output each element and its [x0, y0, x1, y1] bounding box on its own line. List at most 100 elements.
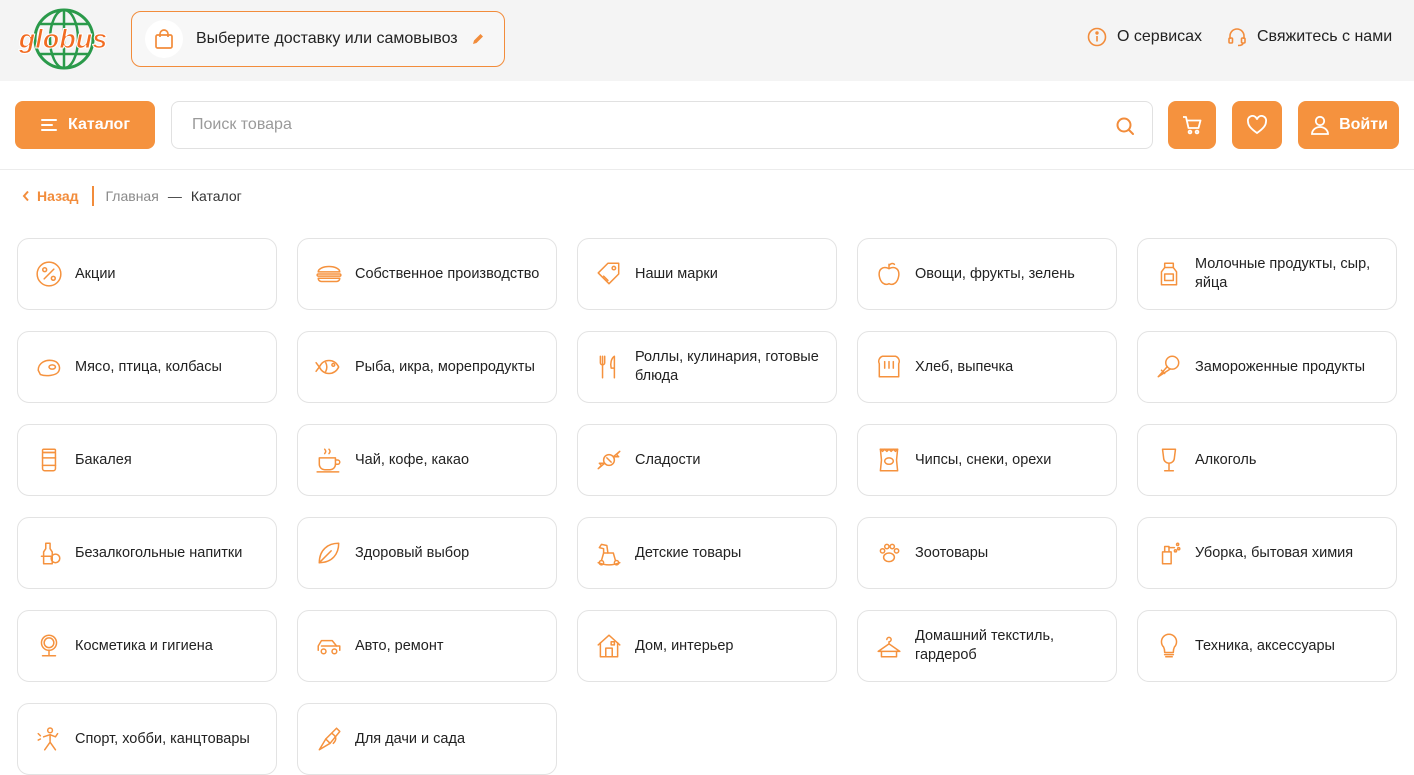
chevron-left-icon — [22, 190, 29, 202]
category-card[interactable]: Замороженные продукты — [1137, 331, 1397, 403]
category-label: Замороженные продукты — [1195, 358, 1366, 375]
category-label: Чипсы, снеки, орехи — [915, 451, 1052, 468]
category-label: Наши марки — [635, 265, 718, 282]
category-label: Молочные продукты, сыр, яйца — [1195, 256, 1371, 291]
category-label: Детские товары — [635, 544, 742, 561]
breadcrumb: Назад Главная — Каталог — [22, 185, 242, 207]
category-label: Хлеб, выпечка — [915, 358, 1014, 375]
category-label: Здоровый выбор — [355, 544, 470, 561]
category-label: Алкоголь — [1195, 451, 1257, 468]
category-card[interactable]: Косметика и гигиена — [17, 610, 277, 682]
category-card[interactable]: Для дачи и сада — [297, 703, 557, 775]
category-label: Безалкогольные напитки — [75, 544, 243, 561]
category-label: Рыба, икра, морепродукты — [355, 358, 535, 375]
category-label: Мясо, птица, колбасы — [75, 358, 222, 375]
house-icon — [594, 631, 624, 661]
category-grid: Акции Собственное производство Наши марки О… — [17, 238, 1397, 775]
burger-icon — [314, 259, 344, 289]
top-bar: globus Выберите доставку или самовывоз О… — [0, 0, 1414, 81]
category-card[interactable]: Здоровый выбор — [297, 517, 557, 589]
toolbar: Каталог Войти — [0, 81, 1414, 170]
garden-icon — [314, 724, 344, 754]
category-card[interactable]: Техника, аксессуары — [1137, 610, 1397, 682]
category-label: Спорт, хобби, канцтовары — [75, 730, 250, 747]
mirror-icon — [34, 631, 64, 661]
pencil-icon — [471, 32, 485, 46]
wine-glass-icon — [1154, 445, 1184, 475]
category-card[interactable]: Хлеб, выпечка — [857, 331, 1117, 403]
category-label: Роллы, кулинария, готовые блюда — [635, 349, 819, 384]
rocking-horse-icon — [594, 538, 624, 568]
search-icon[interactable] — [1115, 116, 1135, 136]
category-card[interactable]: Роллы, кулинария, готовые блюда — [577, 331, 837, 403]
category-label: Сладости — [635, 451, 701, 468]
category-card[interactable]: Собственное производство — [297, 238, 557, 310]
apple-icon — [874, 259, 904, 289]
category-card[interactable]: Наши марки — [577, 238, 837, 310]
services-label: О сервисах — [1117, 28, 1203, 45]
search-input[interactable] — [172, 102, 1092, 148]
svg-text:globus: globus — [18, 24, 108, 54]
category-card[interactable]: Акции — [17, 238, 277, 310]
category-label: Домашний текстиль, гардероб — [915, 628, 1055, 663]
bag-icon — [145, 20, 183, 58]
category-card[interactable]: Чипсы, снеки, орехи — [857, 424, 1117, 496]
catalog-button[interactable]: Каталог — [15, 101, 155, 149]
contact-link[interactable]: Свяжитесь с нами — [1227, 27, 1392, 47]
breadcrumb-home-link[interactable]: Главная — [106, 188, 159, 204]
category-card[interactable]: Домашний текстиль, гардероб — [857, 610, 1117, 682]
services-link[interactable]: О сервисах — [1087, 27, 1202, 47]
fish-icon — [314, 352, 344, 382]
category-card[interactable]: Зоотовары — [857, 517, 1117, 589]
lightbulb-icon — [1154, 631, 1184, 661]
category-card[interactable]: Молочные продукты, сыр, яйца — [1137, 238, 1397, 310]
category-card[interactable]: Алкоголь — [1137, 424, 1397, 496]
category-label: Овощи, фрукты, зелень — [915, 265, 1075, 282]
category-card[interactable]: Уборка, бытовая химия — [1137, 517, 1397, 589]
category-label: Бакалея — [75, 451, 132, 468]
cart-button[interactable] — [1168, 101, 1216, 149]
delivery-selector[interactable]: Выберите доставку или самовывоз — [131, 11, 505, 67]
category-label: Зоотовары — [915, 544, 989, 561]
cart-icon — [1183, 116, 1202, 135]
cup-icon — [314, 445, 344, 475]
menu-icon — [41, 119, 57, 131]
chips-icon — [874, 445, 904, 475]
car-icon — [314, 631, 344, 661]
milk-icon — [1154, 259, 1184, 289]
category-card[interactable]: Овощи, фрукты, зелень — [857, 238, 1117, 310]
category-card[interactable]: Чай, кофе, какао — [297, 424, 557, 496]
jar-icon — [34, 445, 64, 475]
category-card[interactable]: Рыба, икра, морепродукты — [297, 331, 557, 403]
delivery-label: Выберите доставку или самовывоз — [196, 30, 458, 47]
category-label: Уборка, бытовая химия — [1195, 544, 1354, 561]
search-box — [171, 101, 1153, 149]
category-card[interactable]: Детские товары — [577, 517, 837, 589]
category-card[interactable]: Дом, интерьер — [577, 610, 837, 682]
category-label: Для дачи и сада — [355, 730, 466, 747]
category-label: Косметика и гигиена — [75, 637, 213, 654]
category-label: Дом, интерьер — [635, 637, 734, 654]
login-button[interactable]: Войти — [1298, 101, 1399, 149]
category-card[interactable]: Авто, ремонт — [297, 610, 557, 682]
ice-cream-icon — [1154, 352, 1184, 382]
spray-icon — [1154, 538, 1184, 568]
favorites-button[interactable] — [1232, 101, 1282, 149]
breadcrumb-separator: — — [167, 188, 182, 204]
category-card[interactable]: Бакалея — [17, 424, 277, 496]
headset-icon — [1228, 28, 1246, 47]
category-card[interactable]: Сладости — [577, 424, 837, 496]
catalog-label: Каталог — [68, 116, 130, 133]
category-card[interactable]: Спорт, хобби, канцтовары — [17, 703, 277, 775]
back-label: Назад — [37, 188, 79, 204]
globus-logo[interactable]: globus — [16, 8, 110, 70]
back-link[interactable]: Назад — [22, 188, 79, 204]
category-card[interactable]: Мясо, птица, колбасы — [17, 331, 277, 403]
user-icon — [1311, 115, 1329, 135]
drinks-icon — [34, 538, 64, 568]
cutlery-icon — [594, 352, 624, 382]
login-label: Войти — [1339, 116, 1388, 133]
bread-icon — [874, 352, 904, 382]
category-card[interactable]: Безалкогольные напитки — [17, 517, 277, 589]
category-label: Акции — [75, 265, 116, 282]
